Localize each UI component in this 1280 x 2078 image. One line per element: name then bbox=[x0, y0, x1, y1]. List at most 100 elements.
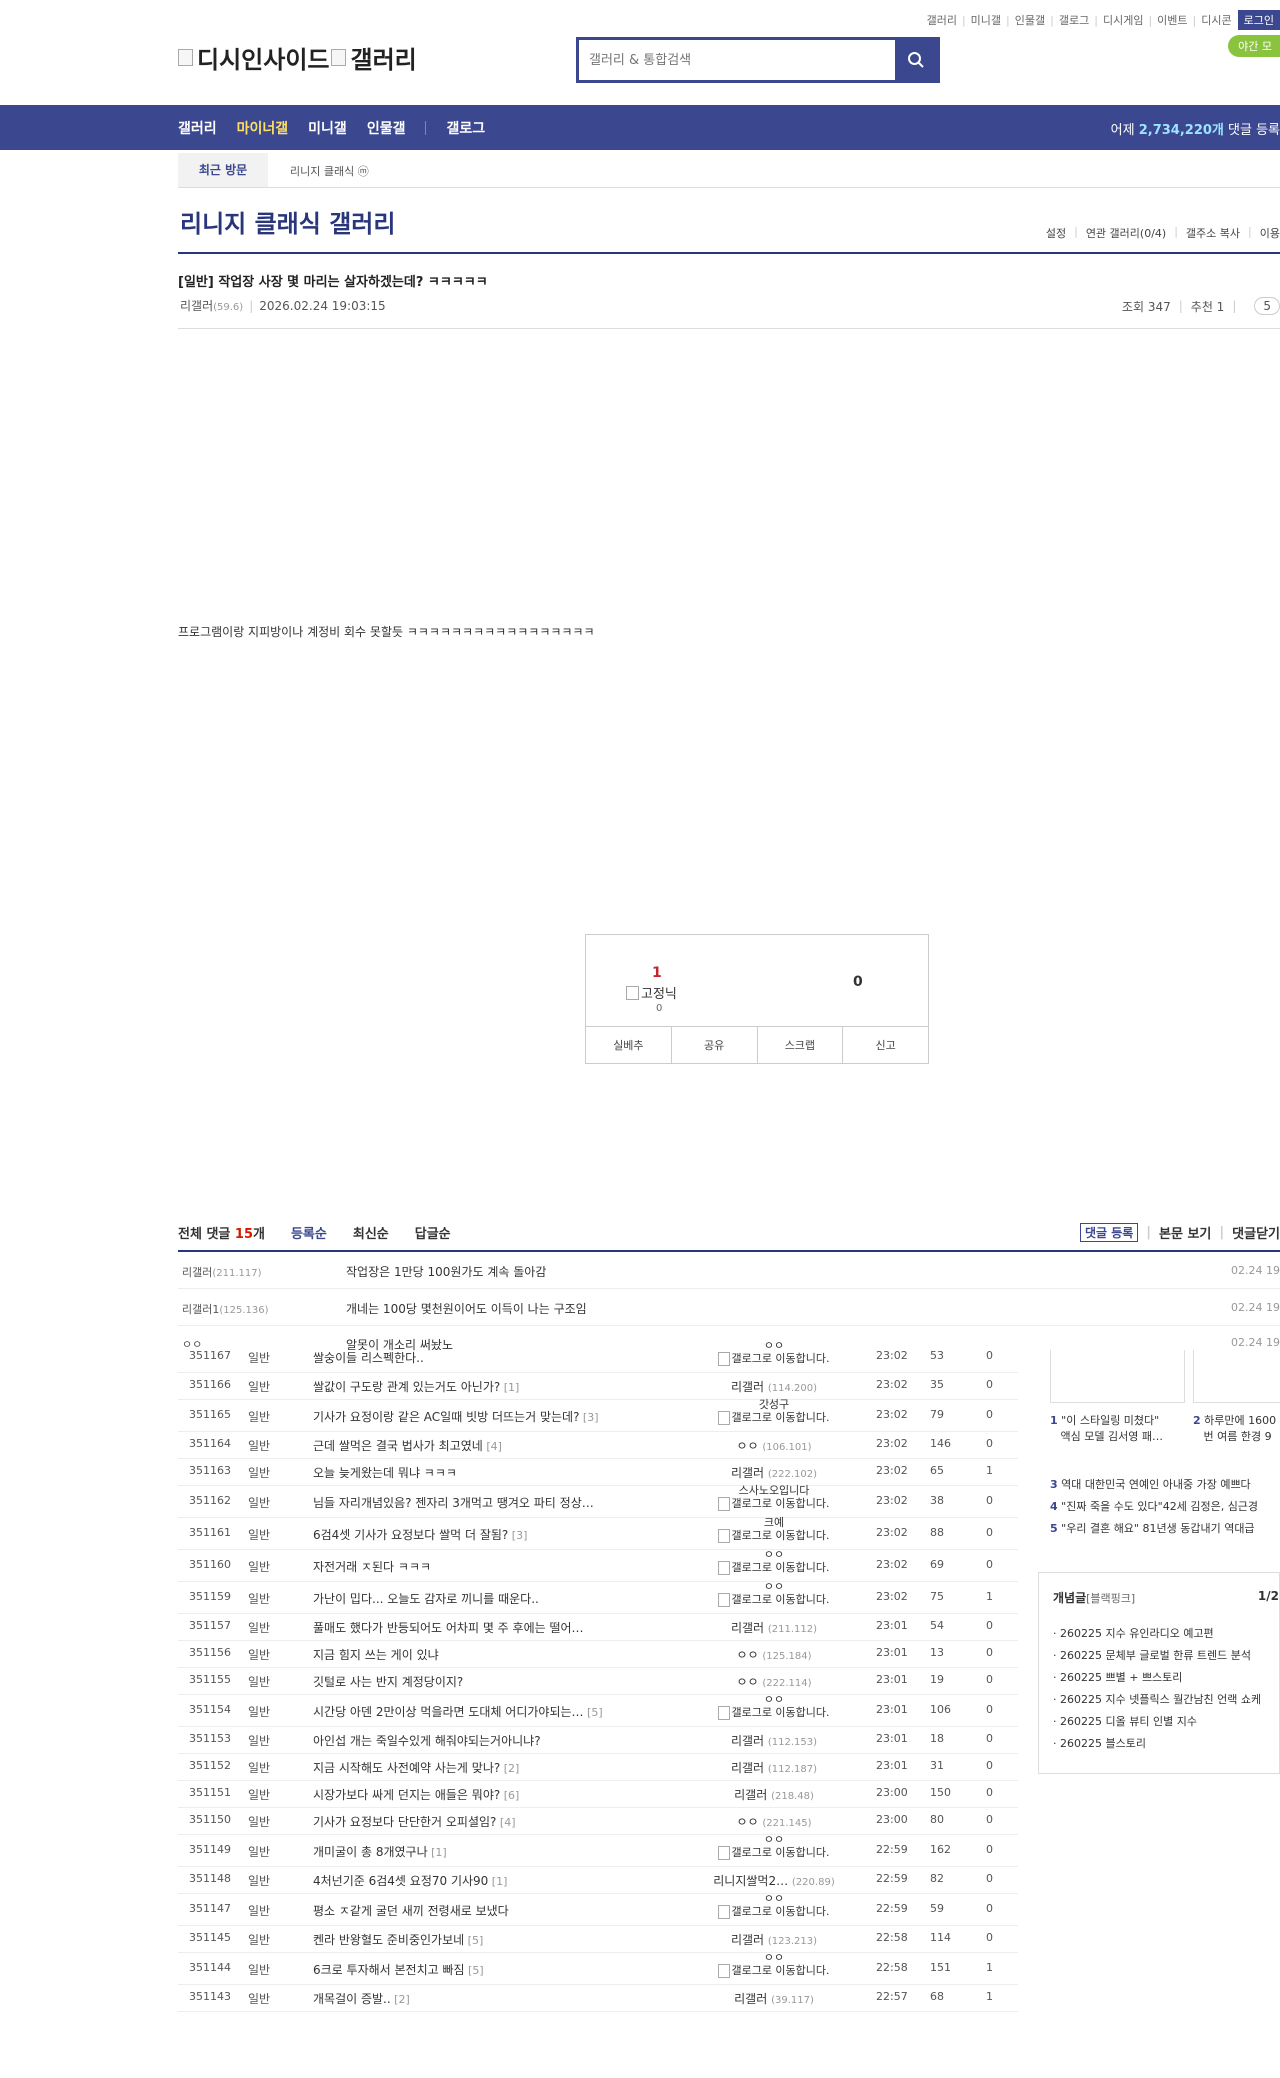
concept-item[interactable]: · 260225 쁘별 + 쁘스토리 bbox=[1053, 1667, 1261, 1689]
post-subject[interactable]: 풀매도 했다가 반등되어도 어차피 몇 주 후에는 떨어… bbox=[313, 1619, 628, 1636]
post-writer[interactable]: 리갤러 (222.102) bbox=[708, 1464, 840, 1481]
site-logo[interactable]: 디시인사이드 갤러리 bbox=[178, 40, 417, 75]
related-galleries[interactable]: 연관 갤러리(0/4) bbox=[1086, 225, 1166, 241]
post-subject[interactable]: 기사가 요정이랑 같은 AC일때 빗방 더뜨는거 맞는데? [3] bbox=[313, 1408, 628, 1425]
gallery-title[interactable]: 리니지 클래식 갤러리 bbox=[180, 204, 395, 239]
post-writer[interactable]: 리갤러 (39.117) bbox=[708, 1990, 840, 2007]
post-subject[interactable]: 평소 ㅈ같게 굴던 새끼 전령새로 보냈다 bbox=[313, 1902, 628, 1919]
post-writer[interactable]: 리갤러 (114.200) bbox=[708, 1378, 840, 1395]
util-link-gallery[interactable]: 갤러리 bbox=[927, 12, 957, 28]
util-link-minigall[interactable]: 미니갤 bbox=[971, 12, 1001, 28]
post-writer[interactable]: ㅇㅇ 갤로그로 이동합니다. bbox=[708, 1549, 840, 1575]
post-writer[interactable]: ㅇㅇ 갤로그로 이동합니다. bbox=[708, 1340, 840, 1366]
post-list-row[interactable]: 351162 일반 님들 자리개념있음? 젠자리 3개먹고 땡겨오 파티 정상… 스사… bbox=[178, 1485, 1018, 1518]
night-mode-toggle[interactable]: 야간 모 bbox=[1228, 35, 1280, 57]
post-list-row[interactable]: 351157 일반 풀매도 했다가 반등되어도 어차피 몇 주 후에는 떨어… 리갤러… bbox=[178, 1613, 1018, 1641]
util-link-event[interactable]: 이벤트 bbox=[1157, 12, 1187, 28]
post-subject[interactable]: 켄라 반왕혈도 준비중인가보네 [5] bbox=[313, 1931, 628, 1948]
nav-mini-gallery[interactable]: 미니갤 bbox=[308, 118, 347, 138]
post-subject[interactable]: 깃털로 사는 반지 계정당이지? bbox=[313, 1673, 628, 1690]
post-list-row[interactable]: 351166 일반 쌀값이 구도랑 관계 있는거도 아닌가? [1] 리갤러 (114… bbox=[178, 1372, 1018, 1400]
post-writer[interactable]: 리갤러 (211.112) bbox=[708, 1619, 840, 1636]
post-list-row[interactable]: 351155 일반 깃털로 사는 반지 계정당이지? ㅇㅇ (222.114) 23:0… bbox=[178, 1667, 1018, 1695]
post-writer[interactable]: 리갤러 (123.213) bbox=[708, 1931, 840, 1948]
post-subject[interactable]: 지금 시작해도 사전예약 사는게 맞나? [2] bbox=[313, 1759, 628, 1776]
post-subject[interactable]: 기사가 요정보다 단단한거 오피셜임? [4] bbox=[313, 1813, 628, 1830]
sort-by-registered[interactable]: 등록순 bbox=[291, 1223, 327, 1242]
rank-item-5[interactable]: 5 "우리 결혼 해요" 81년생 동갑내기 역대급 bbox=[1050, 1520, 1255, 1536]
post-subject[interactable]: 개목걸이 증발.. [2] bbox=[313, 1990, 628, 2007]
post-subject[interactable]: 4처넌기준 6검4셋 요정70 기사90 [1] bbox=[313, 1872, 628, 1889]
post-writer[interactable]: ㅇㅇ (106.101) bbox=[708, 1437, 840, 1454]
concept-item[interactable]: · 260225 블스토리 bbox=[1053, 1733, 1261, 1755]
post-subject[interactable]: 님들 자리개념있음? 젠자리 3개먹고 땡겨오 파티 정상… bbox=[313, 1494, 628, 1511]
post-list-row[interactable]: 351156 일반 지금 힘지 쓰는 게이 있냐 ㅇㅇ (125.184) 23:01 1… bbox=[178, 1640, 1018, 1668]
post-writer[interactable]: 스사노오입니다 갤로그로 이동합니다. bbox=[708, 1485, 840, 1511]
util-link-dcgame[interactable]: 디시게임 bbox=[1103, 12, 1143, 28]
post-author[interactable]: 리갤러 bbox=[180, 299, 213, 313]
sort-by-replies[interactable]: 답글순 bbox=[415, 1223, 451, 1242]
post-list-row[interactable]: 351161 일반 6검4셋 기사가 요정보다 쌀먹 더 잘됨? [3] 크예 갤로그로… bbox=[178, 1517, 1018, 1550]
recent-visit-item[interactable]: 리니지 클래식 ⓜ bbox=[290, 163, 369, 179]
nav-gallog[interactable]: 갤로그 bbox=[446, 118, 485, 138]
post-list-row[interactable]: 351152 일반 지금 시작해도 사전예약 사는게 맞나? [2] 리갤러 (112… bbox=[178, 1753, 1018, 1781]
comment-nick[interactable]: 리갤러1(125.136) bbox=[182, 1301, 269, 1317]
upvote-count[interactable]: 1 bbox=[652, 965, 662, 981]
post-subject[interactable]: 지금 힘지 쓰는 게이 있냐 bbox=[313, 1646, 628, 1663]
search-button[interactable] bbox=[895, 40, 937, 80]
post-list-row[interactable]: 351164 일반 근데 쌀먹은 결국 법사가 최고였네 [4] ㅇㅇ (106.10… bbox=[178, 1431, 1018, 1459]
post-list-row[interactable]: 351163 일반 오늘 늦게왔는데 뭐냐 ㅋㅋㅋ 리갤러 (222.102) 23:0… bbox=[178, 1458, 1018, 1486]
post-writer[interactable]: 크예 갤로그로 이동합니다. bbox=[708, 1517, 840, 1543]
util-link-persongall[interactable]: 인물갤 bbox=[1015, 12, 1045, 28]
gallery-usage[interactable]: 이용 bbox=[1260, 225, 1280, 241]
post-list-row[interactable]: 351159 일반 가난이 밉다... 오늘도 감자로 끼니를 때운다.. ㅇㅇ 갤로그… bbox=[178, 1581, 1018, 1614]
share-button[interactable]: 공유 bbox=[672, 1027, 758, 1063]
scrap-button[interactable]: 스크랩 bbox=[758, 1027, 844, 1063]
rank-thumbnail[interactable] bbox=[1193, 1350, 1280, 1403]
post-list-row[interactable]: 351147 일반 평소 ㅈ같게 굴던 새끼 전령새로 보냈다 ㅇㅇ 갤로그로 이동합니… bbox=[178, 1893, 1018, 1926]
post-writer[interactable]: ㅇㅇ (222.114) bbox=[708, 1673, 840, 1690]
recent-visits-label[interactable]: 최근 방문 bbox=[178, 153, 268, 187]
post-subject[interactable]: 자전거래 ㅈ된다 ㅋㅋㅋ bbox=[313, 1558, 628, 1575]
post-list-row[interactable]: 351151 일반 시장가보다 싸게 던지는 애들은 뭐야? [6] 리갤러 (218… bbox=[178, 1780, 1018, 1808]
post-writer[interactable]: 리갤러 (112.187) bbox=[708, 1759, 840, 1776]
write-comment-button[interactable]: 댓글 등록 bbox=[1079, 1223, 1139, 1242]
post-list-row[interactable]: 351165 일반 기사가 요정이랑 같은 AC일때 빗방 더뜨는거 맞는데? [3… bbox=[178, 1399, 1018, 1432]
post-list-row[interactable]: 351148 일반 4처넌기준 6검4셋 요정70 기사90 [1] 리니지쌀먹2… … bbox=[178, 1866, 1018, 1894]
view-body-button[interactable]: 본문 보기 bbox=[1159, 1223, 1211, 1242]
post-list-row[interactable]: 351153 일반 아인섭 개는 죽일수있게 해줘야되는거아니냐? 리갤러 (112.… bbox=[178, 1726, 1018, 1754]
post-writer[interactable]: ㅇㅇ 갤로그로 이동합니다. bbox=[708, 1952, 840, 1978]
post-list-row[interactable]: 351144 일반 6크로 투자해서 본전치고 빠짐 [5] ㅇㅇ 갤로그로 이동합니다… bbox=[178, 1952, 1018, 1985]
post-subject[interactable]: 개미굴이 총 8개였구나 [1] bbox=[313, 1843, 628, 1860]
concept-item[interactable]: · 260225 지수 넷플릭스 월간남친 언랙 쇼케 bbox=[1053, 1689, 1261, 1711]
rank-item-3[interactable]: 3 역대 대한민국 연예인 아내중 가장 예쁘다 bbox=[1050, 1476, 1251, 1492]
post-subject[interactable]: 쌀숭이들 리스펙한다.. bbox=[313, 1349, 628, 1366]
rank-item-2[interactable]: 2 하루만에 1600 번 여름 한경 9 bbox=[1193, 1412, 1276, 1444]
post-list-row[interactable]: 351149 일반 개미굴이 총 8개였구나 [1] ㅇㅇ 갤로그로 이동합니다. 22:… bbox=[178, 1834, 1018, 1867]
comment-nick[interactable]: 리갤러(211.117) bbox=[182, 1264, 262, 1280]
post-list-row[interactable]: 351150 일반 기사가 요정보다 단단한거 오피셜임? [4] ㅇㅇ (221.1… bbox=[178, 1807, 1018, 1835]
rank-item-1[interactable]: 1 "이 스타일링 미쳤다" 액심 모델 김서영 패… bbox=[1050, 1412, 1163, 1444]
post-subject[interactable]: 시장가보다 싸게 던지는 애들은 뭐야? [6] bbox=[313, 1786, 628, 1803]
login-button[interactable]: 로그인 bbox=[1237, 10, 1280, 30]
post-subject[interactable]: 아인섭 개는 죽일수있게 해줘야되는거아니냐? bbox=[313, 1732, 628, 1749]
post-writer[interactable]: ㅇㅇ (221.145) bbox=[708, 1813, 840, 1830]
comment-count-button[interactable]: 5 bbox=[1254, 297, 1280, 315]
post-writer[interactable]: 갓성구 갤로그로 이동합니다. bbox=[708, 1399, 840, 1425]
post-subject[interactable]: 근데 쌀먹은 결국 법사가 최고였네 [4] bbox=[313, 1437, 628, 1454]
post-subject[interactable]: 6검4셋 기사가 요정보다 쌀먹 더 잘됨? [3] bbox=[313, 1526, 628, 1543]
post-writer[interactable]: 리니지쌀먹2… (220.89) bbox=[708, 1872, 840, 1889]
post-subject[interactable]: 오늘 늦게왔는데 뭐냐 ㅋㅋㅋ bbox=[313, 1464, 628, 1481]
report-button[interactable]: 신고 bbox=[843, 1027, 928, 1063]
gallery-settings[interactable]: 설정 bbox=[1046, 225, 1066, 241]
post-subject[interactable]: 6크로 투자해서 본전치고 빠짐 [5] bbox=[313, 1961, 628, 1978]
concept-item[interactable]: · 260225 디올 뷰티 인별 지수 bbox=[1053, 1711, 1261, 1733]
downvote-count[interactable]: 0 bbox=[853, 974, 863, 990]
post-writer[interactable]: ㅇㅇ 갤로그로 이동합니다. bbox=[708, 1581, 840, 1607]
post-list-row[interactable]: 351154 일반 시간당 아덴 2만이상 먹을라면 도대체 어디가야되는… [5]… bbox=[178, 1694, 1018, 1727]
concept-item[interactable]: · 260225 문체부 글로벌 한류 트렌드 분석 bbox=[1053, 1645, 1261, 1667]
post-writer[interactable]: ㅇㅇ 갤로그로 이동합니다. bbox=[708, 1834, 840, 1860]
search-input[interactable] bbox=[579, 40, 895, 80]
nav-person-gallery[interactable]: 인물갤 bbox=[367, 118, 406, 138]
post-writer[interactable]: ㅇㅇ 갤로그로 이동합니다. bbox=[708, 1893, 840, 1919]
